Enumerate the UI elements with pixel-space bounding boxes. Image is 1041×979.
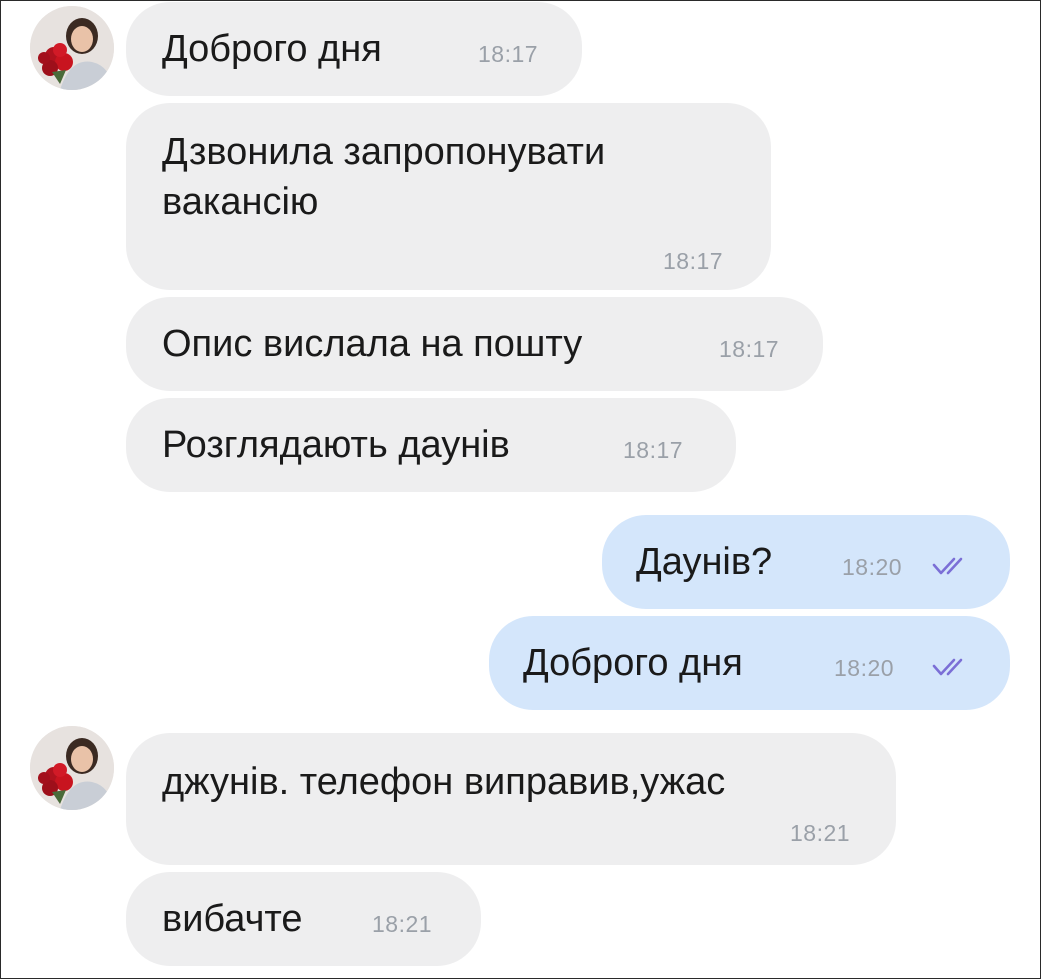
message-text: Доброго дня: [523, 642, 743, 684]
message-bubble-incoming[interactable]: джунів. телефон виправив,ужас 18:21: [126, 733, 896, 865]
message-bubble-incoming[interactable]: Дзвонила запропонувати вакансію 18:17: [126, 103, 771, 290]
message-timestamp: 18:20: [834, 655, 895, 681]
message-bubble-incoming[interactable]: Розглядають даунів 18:17: [126, 398, 736, 492]
message-bubble-incoming[interactable]: Доброго дня 18:17: [126, 2, 582, 96]
message-text: Даунів?: [636, 541, 773, 583]
message-timestamp: 18:20: [842, 554, 903, 580]
message-text: вибачте: [162, 898, 303, 940]
message-timestamp: 18:21: [372, 911, 433, 937]
message-timestamp: 18:17: [663, 248, 724, 274]
message-bubble-incoming[interactable]: вибачте 18:21: [126, 872, 481, 966]
double-check-read-icon: [932, 658, 963, 676]
contact-avatar[interactable]: [30, 726, 114, 810]
message-timestamp: 18:17: [478, 41, 539, 67]
message-text: Дзвонила запропонувати вакансію: [162, 131, 606, 223]
message-text: Розглядають даунів: [162, 424, 510, 466]
message-timestamp: 18:17: [719, 336, 780, 362]
message-bubble-outgoing[interactable]: Даунів? 18:20: [602, 515, 1010, 609]
message-bubble-incoming[interactable]: Опис вислала на пошту 18:17: [126, 297, 823, 391]
message-timestamp: 18:17: [623, 437, 684, 463]
contact-avatar[interactable]: [30, 6, 114, 90]
message-text: Опис вислала на пошту: [162, 323, 583, 365]
avatar-photo-icon: [30, 6, 114, 90]
message-text: джунів. телефон виправив,ужас: [162, 761, 726, 803]
message-bubble-outgoing[interactable]: Доброго дня 18:20: [489, 616, 1010, 710]
message-text: Доброго дня: [162, 28, 382, 70]
double-check-read-icon: [932, 557, 963, 575]
avatar-photo-icon: [30, 726, 114, 810]
message-timestamp: 18:21: [790, 820, 851, 846]
